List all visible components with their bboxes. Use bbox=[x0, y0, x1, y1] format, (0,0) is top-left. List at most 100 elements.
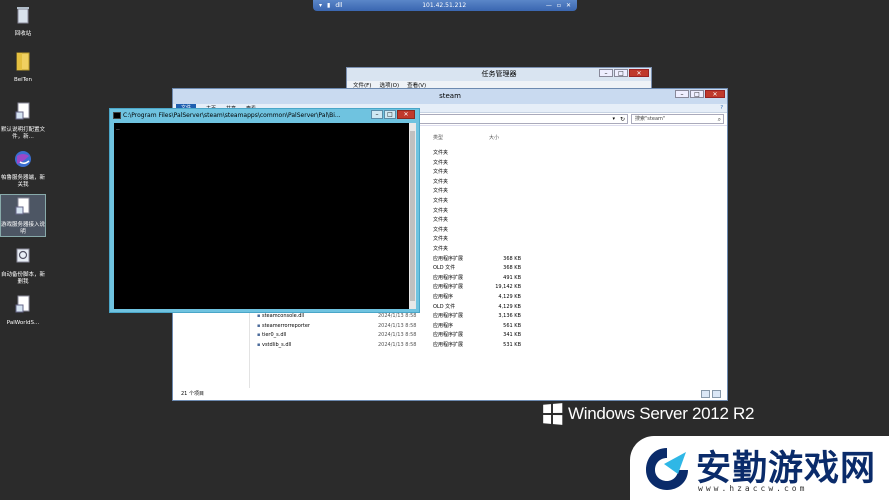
file-type-cell: 文件夹 bbox=[433, 198, 449, 204]
details-view-button[interactable] bbox=[701, 390, 710, 398]
column-header-size[interactable]: 大小 bbox=[489, 134, 499, 143]
file-type-cell: 应用程序扩展 bbox=[433, 342, 464, 348]
file-size-cell bbox=[491, 207, 521, 217]
desktop-icon-server-guide[interactable]: 游戏服务器接入说明 bbox=[0, 194, 46, 237]
file-type-cell: 文件夹 bbox=[433, 178, 449, 185]
maximize-button[interactable]: □ bbox=[690, 90, 704, 98]
desktop-icon-config-notes[interactable]: 默认说明打配置文件，新... bbox=[1, 100, 45, 141]
desktop-icon-beiten[interactable]: BeiTen bbox=[1, 50, 45, 84]
file-type-cell: 应用程序扩展 bbox=[433, 284, 464, 291]
os-branding-text: Windows Server 2012 R2 bbox=[568, 404, 755, 423]
desktop-icon-palserver[interactable]: 帕鲁服务器端，新关我 bbox=[1, 148, 45, 189]
file-type-cell: OLD 文件 bbox=[433, 303, 456, 310]
connection-label: dll bbox=[335, 2, 343, 9]
explorer-window-controls: – □ ✕ bbox=[675, 90, 725, 98]
file-date: 2024/1/13 8:58 bbox=[378, 342, 417, 348]
file-name: vstdlib_s.dll bbox=[261, 342, 292, 348]
desktop-icon-label: BeiTen bbox=[14, 76, 32, 83]
signal-icon: ▮ bbox=[327, 2, 331, 9]
file-type-cell: OLD 文件 bbox=[433, 265, 456, 272]
desktop-icon-label: 自动备份脚本，新删我 bbox=[1, 271, 46, 285]
recycle-bin-icon bbox=[17, 7, 29, 24]
document-icon bbox=[15, 102, 30, 120]
console-window-controls: – □ ✕ bbox=[371, 110, 415, 119]
file-size-cell: 341 KB bbox=[503, 332, 521, 339]
remote-ip: 101.42.51.212 bbox=[422, 2, 467, 9]
maximize-button[interactable]: □ bbox=[614, 69, 628, 77]
item-count: 21 个项目 bbox=[181, 391, 204, 397]
minimize-button[interactable]: – bbox=[675, 90, 689, 98]
os-branding: Windows Server 2012 R2 bbox=[542, 403, 755, 425]
file-type-cell: 文件夹 bbox=[433, 169, 449, 176]
watermark-logo-icon bbox=[646, 448, 688, 490]
restore-icon[interactable]: ▫ bbox=[557, 2, 561, 9]
file-type-cell: 文件夹 bbox=[433, 150, 449, 156]
file-size-cell: 561 KB bbox=[503, 322, 521, 329]
file-size-cell: 4,129 KB bbox=[498, 294, 521, 300]
close-button[interactable]: ✕ bbox=[397, 110, 415, 119]
dropdown-icon[interactable]: ▾ bbox=[612, 115, 615, 124]
search-input[interactable]: 搜索"steam" ⌕ bbox=[631, 114, 724, 124]
document-icon bbox=[15, 197, 30, 215]
desktop-icon-label: 游戏服务器接入说明 bbox=[1, 221, 46, 235]
file-name: steamerrorreporter bbox=[261, 322, 310, 329]
desktop-icon-palworld-settings[interactable]: PalWorldS... bbox=[1, 293, 45, 327]
console-icon bbox=[113, 112, 121, 119]
scrollbar-thumb[interactable] bbox=[410, 131, 415, 301]
file-type-cell: 应用程序扩展 bbox=[433, 313, 464, 320]
table-row[interactable]: ▪ steamerrorreporter bbox=[257, 322, 310, 332]
maximize-button[interactable]: □ bbox=[384, 110, 396, 119]
minimize-button[interactable]: – bbox=[371, 110, 383, 119]
icons-view-button[interactable] bbox=[712, 390, 721, 398]
file-name: tier0_s.dll bbox=[261, 332, 287, 339]
file-size-cell: 368 KB bbox=[503, 265, 521, 272]
close-button[interactable]: ✕ bbox=[705, 90, 725, 98]
refresh-icon[interactable]: ↻ bbox=[620, 115, 625, 124]
file-size-cell bbox=[491, 226, 521, 236]
desktop-icon-backup-script[interactable]: 自动备份脚本，新删我 bbox=[1, 245, 45, 286]
help-icon[interactable]: ? bbox=[720, 105, 723, 111]
remote-connection-bar[interactable]: ▾ ▮ dll 101.42.51.212 — ▫ ✕ bbox=[313, 0, 577, 11]
explorer-title: steam bbox=[439, 92, 461, 100]
file-type-cell: 应用程序扩展 bbox=[433, 255, 464, 262]
file-size-cell bbox=[491, 149, 521, 159]
desktop-icon-recycle-bin[interactable]: 回收站 bbox=[1, 4, 45, 38]
column-header-type[interactable]: 类型 bbox=[433, 134, 443, 143]
file-size-cell bbox=[491, 187, 521, 197]
file-size-cell: 3,136 KB bbox=[498, 313, 521, 320]
file-type-cell: 文件夹 bbox=[433, 246, 449, 252]
file-type-cell: 文件夹 bbox=[433, 188, 449, 195]
console-titlebar[interactable]: C:\Program Files\PalServer\steam\steamap… bbox=[110, 109, 419, 122]
desktop-icon-label: PalWorldS... bbox=[6, 319, 40, 326]
close-icon[interactable]: ✕ bbox=[566, 2, 571, 9]
file-name: steamconsole.dll bbox=[261, 313, 305, 320]
file-date: 2024/1/13 8:58 bbox=[378, 332, 417, 339]
console-output[interactable]: _ bbox=[114, 123, 410, 309]
desktop-icon-label: 回收站 bbox=[14, 30, 32, 37]
file-size-cell bbox=[491, 159, 521, 169]
explorer-titlebar[interactable]: steam – □ ✕ bbox=[173, 89, 727, 104]
table-row[interactable]: ▪ vstdlib_s.dll bbox=[257, 341, 291, 351]
console-window[interactable]: C:\Program Files\PalServer\steam\steamap… bbox=[109, 108, 420, 313]
console-scrollbar[interactable] bbox=[409, 123, 416, 309]
minimize-icon[interactable]: — bbox=[546, 2, 552, 9]
search-placeholder: 搜索"steam" bbox=[635, 116, 666, 122]
document-icon bbox=[15, 295, 30, 313]
pin-icon[interactable]: ▾ bbox=[319, 2, 322, 9]
file-size-cell bbox=[491, 168, 521, 178]
file-type-cell: 应用程序 bbox=[433, 294, 454, 300]
file-size-cell bbox=[491, 245, 521, 255]
close-button[interactable]: ✕ bbox=[629, 69, 649, 77]
console-cursor: _ bbox=[116, 123, 120, 130]
file-type-cell: 应用程序扩展 bbox=[433, 274, 464, 281]
file-type-cell: 应用程序 bbox=[433, 322, 454, 329]
folder-icon bbox=[16, 52, 30, 71]
file-type-cell: 文件夹 bbox=[433, 207, 449, 214]
file-size-cell: 531 KB bbox=[503, 342, 521, 348]
file-date: 2024/1/13 8:58 bbox=[378, 313, 417, 320]
table-row[interactable]: ▪ tier0_s.dll bbox=[257, 331, 286, 341]
globe-icon bbox=[15, 151, 31, 167]
status-bar: 21 个项目 bbox=[173, 388, 727, 400]
table-row[interactable]: ▪ steamconsole.dll bbox=[257, 312, 304, 322]
minimize-button[interactable]: – bbox=[599, 69, 613, 77]
